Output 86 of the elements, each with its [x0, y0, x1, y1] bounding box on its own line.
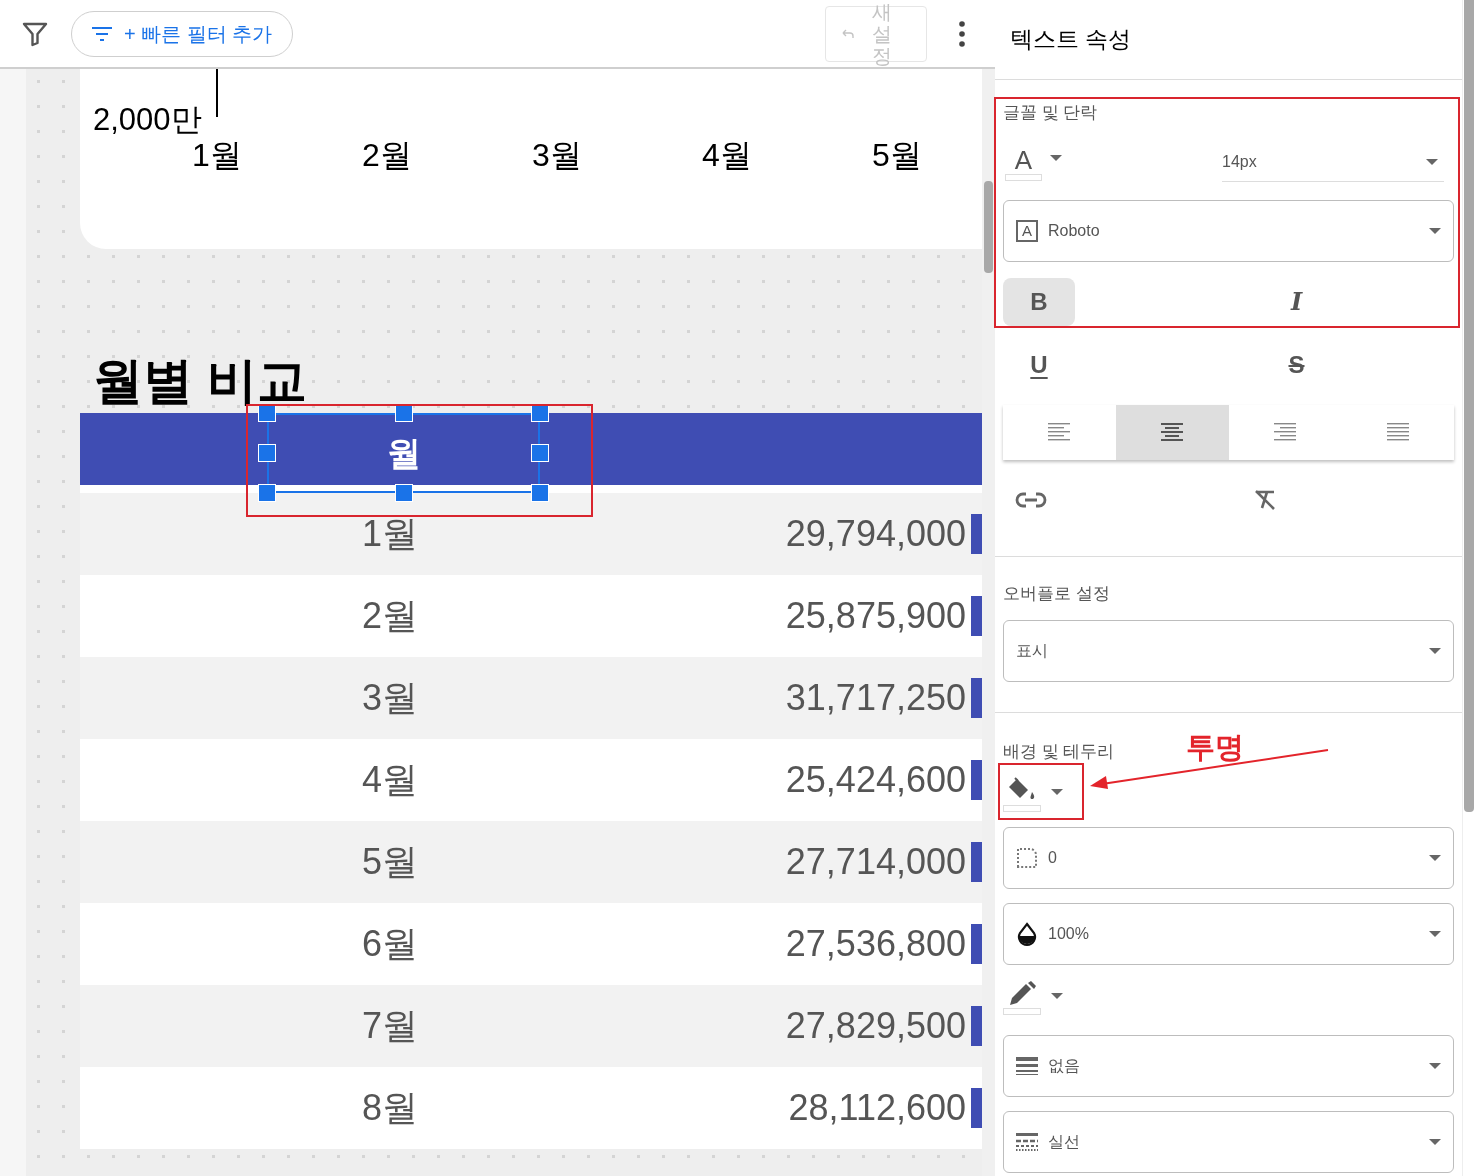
axis-line [216, 69, 218, 117]
border-style-dropdown[interactable]: 실선 [1003, 1110, 1454, 1173]
strikethrough-button[interactable]: S [1260, 340, 1333, 389]
border-weight-dropdown[interactable]: 없음 [1003, 1034, 1454, 1097]
overflow-dropdown[interactable]: 표시 [1003, 620, 1454, 682]
section-label: 오버플로 설정 [1003, 582, 1110, 605]
section-label: 글꼴 및 단락 [1003, 102, 1098, 124]
table-cell-text: 6월 [361, 922, 419, 966]
color-swatch [1003, 1007, 1041, 1015]
scrollbar-thumb[interactable] [1464, 0, 1474, 812]
font-color-button[interactable]: A [1005, 136, 1062, 181]
corner-radius-dropdown[interactable]: 0 [1003, 826, 1454, 889]
data-bar [971, 1006, 982, 1046]
link-icon [1015, 491, 1047, 508]
underline-button[interactable]: U [1003, 340, 1075, 389]
caret-icon [1051, 992, 1063, 999]
line-style-icon [1016, 1132, 1038, 1151]
table-cell-text: 27,536,800 [785, 922, 966, 966]
opacity-dropdown[interactable]: 100% [1003, 902, 1454, 965]
caret-icon [1429, 1138, 1441, 1145]
align-center-button[interactable] [1115, 404, 1229, 460]
annotation-label: 투명 [1186, 730, 1244, 765]
axis-label: 4월 [701, 136, 753, 175]
axis-label: 2,000만 [93, 101, 202, 139]
clear-formatting-icon [1252, 487, 1277, 512]
font-icon: A [1016, 219, 1038, 242]
caret-icon [1429, 1062, 1441, 1069]
line-weight-icon [1016, 1056, 1038, 1075]
filter-icon [22, 20, 48, 47]
align-left-icon [1048, 423, 1071, 441]
bold-button[interactable]: B [1003, 277, 1075, 326]
table-cell-text: 8월 [361, 1086, 419, 1130]
table-cell-text: 7월 [361, 1004, 419, 1048]
opacity-icon [1016, 921, 1038, 946]
align-justify-icon [1386, 423, 1409, 441]
align-center-icon [1161, 423, 1184, 441]
resize-handle[interactable] [531, 484, 549, 502]
table-cell-text: 2월 [361, 594, 419, 638]
data-bar [971, 596, 982, 636]
table-cell-text: 25,875,900 [785, 594, 966, 638]
axis-label: 1월 [191, 136, 243, 175]
clear-formatting-button[interactable] [1252, 487, 1277, 512]
color-swatch [1005, 173, 1042, 181]
resize-handle[interactable] [531, 444, 549, 462]
axis-label: 3월 [531, 136, 583, 175]
caret-icon [1429, 930, 1441, 937]
table-cell-text: 4월 [361, 758, 419, 802]
panel-title: 텍스트 속성 [1010, 25, 1132, 55]
table-cell-text: 27,829,500 [785, 1004, 966, 1048]
color-swatch [1003, 804, 1041, 812]
table-cell-text: 27,714,000 [785, 840, 966, 884]
more-icon [959, 20, 965, 47]
caret-icon [1429, 227, 1441, 234]
table-cell-text: 3월 [361, 676, 419, 720]
data-bar [971, 514, 982, 554]
filter-lines-icon [92, 26, 112, 41]
table-cell-text: 29,794,000 [785, 512, 966, 556]
table-cell-text: 31,717,250 [785, 676, 966, 720]
font-family-dropdown[interactable]: A Roboto [1003, 199, 1454, 262]
caret-icon [1426, 159, 1438, 165]
data-bar [971, 678, 982, 718]
resize-handle[interactable] [394, 484, 413, 502]
italic-button[interactable]: I [1260, 277, 1333, 326]
scrollbar-thumb[interactable] [984, 181, 993, 273]
font-size-dropdown[interactable]: 14px [1222, 143, 1444, 182]
axis-label: 5월 [871, 136, 923, 175]
resize-handle[interactable] [258, 484, 276, 502]
link-button[interactable] [1015, 491, 1047, 508]
table-cell-text: 1월 [361, 512, 419, 556]
caret-icon [1429, 648, 1441, 654]
axis-label: 2월 [361, 136, 413, 175]
caret-icon [1050, 154, 1062, 161]
data-bar [971, 924, 982, 964]
data-bar [971, 760, 982, 800]
table-cell-text: 25,424,600 [785, 758, 966, 802]
align-right-icon [1273, 423, 1296, 441]
caret-icon [1429, 854, 1441, 861]
undo-icon [842, 28, 854, 39]
table-cell-text: 28,112,600 [788, 1086, 966, 1130]
caret-icon [1051, 788, 1063, 795]
table-cell-text: 5월 [361, 840, 419, 884]
data-bar [971, 1088, 982, 1128]
corner-icon [1016, 846, 1038, 869]
data-bar [971, 842, 982, 882]
resize-handle[interactable] [258, 444, 276, 462]
section-label: 배경 및 테두리 [1003, 741, 1115, 763]
